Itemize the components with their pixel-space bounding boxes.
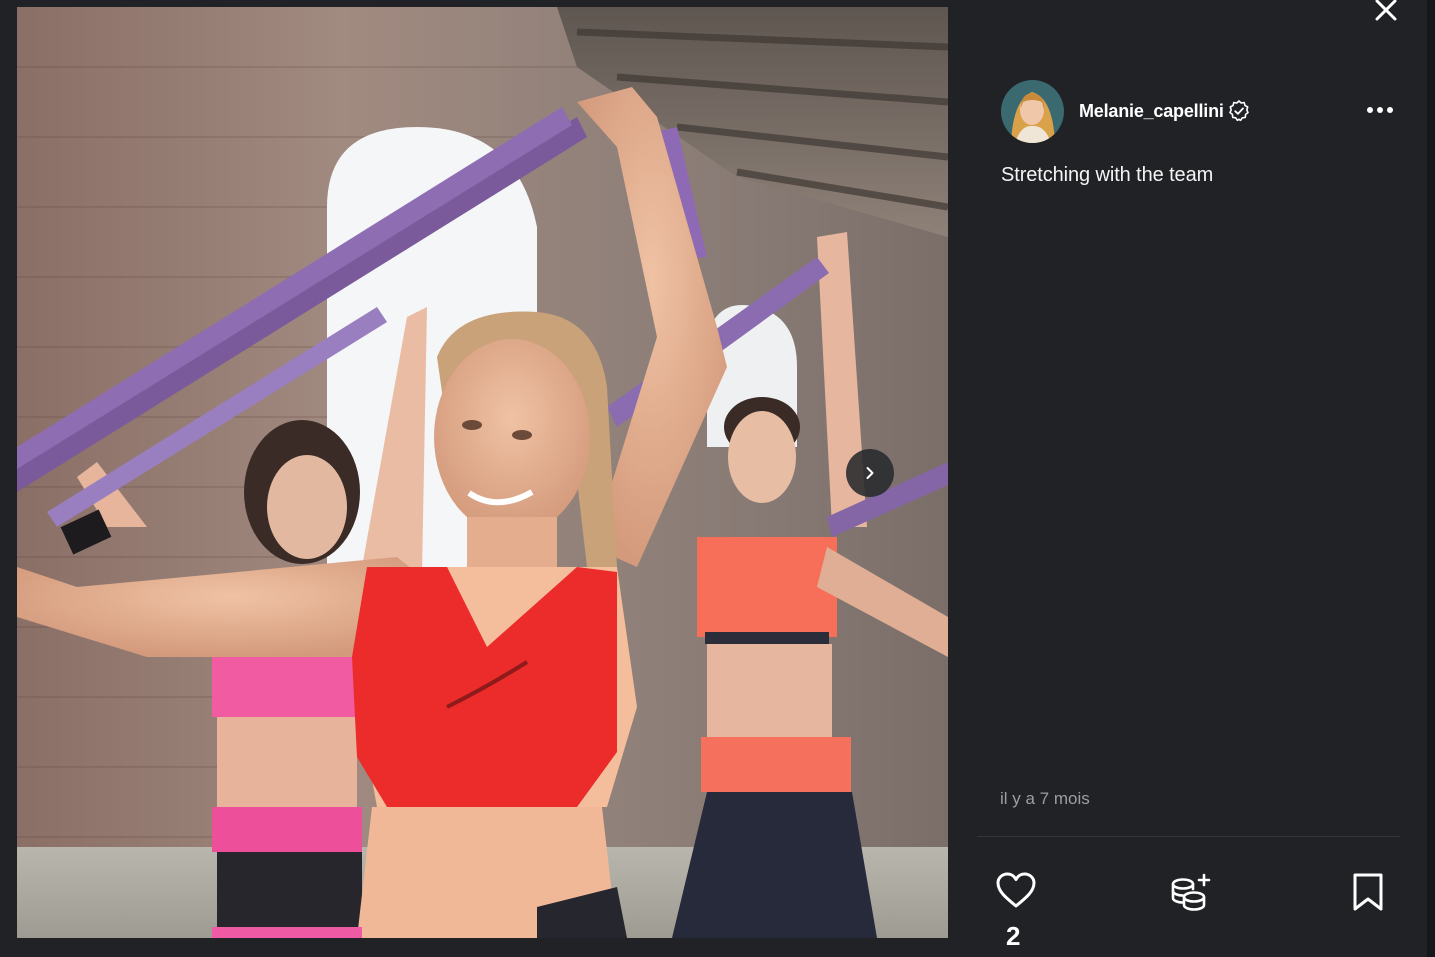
bookmark-icon: [1353, 873, 1383, 911]
like-count: 2: [1006, 921, 1021, 951]
close-icon: [1375, 0, 1397, 21]
chevron-right-icon: [866, 467, 874, 479]
photo-illustration: [17, 7, 948, 938]
verified-badge-icon: [1228, 100, 1249, 122]
author-row: Melanie_capellini: [1001, 79, 1251, 143]
bookmark-button[interactable]: [1350, 872, 1386, 912]
more-options-button[interactable]: [1364, 98, 1396, 122]
like-button[interactable]: [995, 870, 1037, 912]
viewer-edge: [1427, 0, 1435, 957]
more-dots-icon: [1367, 107, 1393, 113]
close-button[interactable]: [1372, 0, 1400, 24]
avatar-photo-icon: [1001, 79, 1064, 143]
divider: [977, 836, 1400, 837]
author-username[interactable]: Melanie_capellini: [1079, 101, 1224, 122]
post-viewer: Melanie_capellini Stretching with the te…: [0, 0, 1435, 957]
media-panel: [0, 0, 965, 957]
post-caption: Stretching with the team: [1001, 164, 1214, 186]
post-info-panel: [965, 0, 1427, 957]
next-image-button[interactable]: [846, 449, 894, 497]
tip-button[interactable]: [1169, 870, 1215, 914]
post-timestamp: il y a 7 mois: [1000, 789, 1090, 808]
coins-plus-icon: [1171, 873, 1211, 911]
post-photo[interactable]: [17, 7, 948, 938]
heart-icon: [996, 872, 1036, 908]
avatar[interactable]: [1001, 79, 1064, 143]
